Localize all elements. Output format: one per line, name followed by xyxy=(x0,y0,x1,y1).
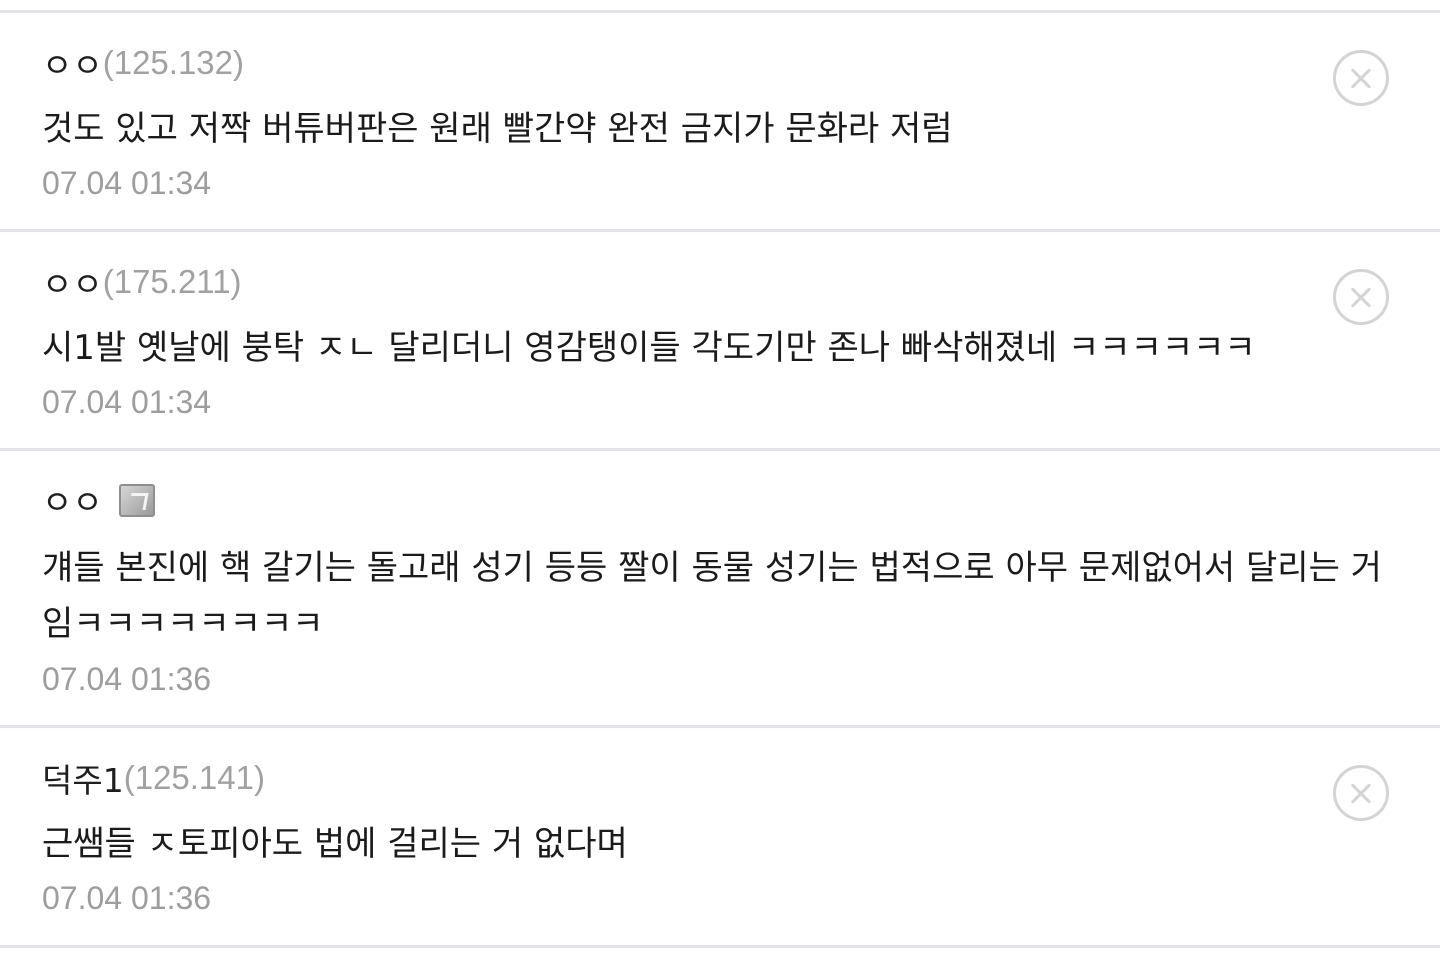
comment-date: 07.04 01:36 xyxy=(42,661,212,697)
comment-text: 걔들 본진에 핵 갈기는 돌고래 성기 등등 짤이 동물 성기는 법적으로 아무… xyxy=(42,548,1382,644)
delete-comment-button circle-x-icon[interactable] xyxy=(1333,50,1389,106)
comment-date: 07.04 01:34 xyxy=(42,384,212,420)
comment-item: 덕주1 (125.141) 근쌤들 ㅈ토피아도 법에 걸리는 거 없다며 07.… xyxy=(0,728,1440,945)
comment-item: ㅇㅇ 걔들 본진에 핵 갈기는 돌고래 성기 등등 짤이 동물 성기는 법적으로… xyxy=(0,451,1440,725)
nickname[interactable]: ㅇㅇ xyxy=(42,476,103,524)
ip-address: (175.211) xyxy=(102,263,242,300)
comment-author: ㅇㅇ (175.211) xyxy=(42,260,242,304)
comment-text: 것도 있고 저짝 버튜버판은 원래 빨간약 완전 금지가 문화라 저럼 xyxy=(42,109,953,149)
delete-comment-button circle-x-icon[interactable] xyxy=(1333,765,1389,821)
divider xyxy=(0,945,1440,948)
fixed-nick-badge-icon xyxy=(118,483,155,517)
nickname[interactable]: 덕주1 xyxy=(42,754,124,802)
comment-author: ㅇㅇ (125.132) xyxy=(42,41,244,85)
nickname[interactable]: ㅇㅇ xyxy=(42,258,103,306)
comment-text: 시1발 옛날에 붕탁 ㅈㄴ 달리더니 영감탱이들 각도기만 존나 빠삭해졌네 ㅋ… xyxy=(42,328,1256,368)
ip-address: (125.141) xyxy=(123,759,265,796)
delete-comment-button circle-x-icon[interactable] xyxy=(1333,269,1389,325)
comment-date: 07.04 01:34 xyxy=(42,165,212,201)
comment-item: ㅇㅇ (125.132) 것도 있고 저짝 버튜버판은 원래 빨간약 완전 금지… xyxy=(0,13,1440,230)
comment-list: ㅇㅇ (125.132) 것도 있고 저짝 버튜버판은 원래 빨간약 완전 금지… xyxy=(0,0,1440,953)
comment-author: ㅇㅇ xyxy=(42,478,155,522)
comment-text: 근쌤들 ㅈ토피아도 법에 걸리는 거 없다며 xyxy=(42,824,628,864)
comment-date: 07.04 01:36 xyxy=(42,880,212,916)
comment-item: ㅇㅇ (175.211) 시1발 옛날에 붕탁 ㅈㄴ 달리더니 영감탱이들 각도… xyxy=(0,232,1440,449)
nickname[interactable]: ㅇㅇ xyxy=(42,39,103,87)
comment-author: 덕주1 (125.141) xyxy=(42,756,265,800)
ip-address: (125.132) xyxy=(102,44,244,81)
